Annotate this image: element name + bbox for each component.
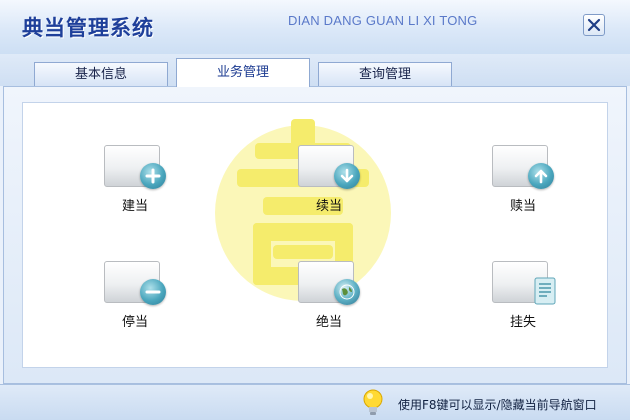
item-label: 续当: [315, 199, 342, 214]
folder-icon: [298, 141, 360, 189]
item-new-pawn[interactable]: 建当: [90, 141, 180, 214]
minus-icon: [145, 290, 161, 294]
item-label: 绝当: [315, 315, 342, 330]
arrow-up-icon: [534, 169, 548, 184]
close-button[interactable]: [583, 14, 605, 36]
arrow-down-icon: [340, 168, 354, 183]
item-suspend-pawn[interactable]: 停当: [90, 257, 180, 330]
window-title: 典当管理系统: [22, 16, 154, 40]
item-redeem-pawn[interactable]: 赎当: [478, 141, 568, 214]
lightbulb-icon: [363, 389, 383, 415]
window-title-pinyin: DIAN DANG GUAN LI XI TONG: [288, 13, 478, 28]
folder-icon: [298, 257, 360, 305]
document-icon: [534, 277, 556, 305]
item-report-loss[interactable]: 挂失: [478, 257, 568, 330]
status-text: 使用F8键可以显示/隐藏当前导航窗口: [398, 398, 597, 412]
globe-icon: [339, 284, 355, 300]
title-bar: 典当管理系统 DIAN DANG GUAN LI XI TONG: [0, 0, 630, 54]
tab-strip: 基本信息 业务管理 查询管理: [0, 54, 630, 87]
item-forfeit-pawn[interactable]: 绝当: [284, 257, 374, 330]
folder-icon: [492, 141, 554, 189]
folder-icon: [104, 141, 166, 189]
tab-basic-info[interactable]: 基本信息: [34, 62, 168, 86]
item-label: 赎当: [509, 199, 536, 214]
item-renew-pawn[interactable]: 续当: [284, 141, 374, 214]
item-label: 建当: [121, 199, 148, 214]
item-label: 停当: [121, 315, 148, 330]
close-icon: [587, 18, 601, 32]
business-panel: 建当 续当 赎当 停当 绝当 挂失: [22, 102, 608, 368]
folder-icon: [104, 257, 166, 305]
plus-icon: [145, 168, 161, 184]
folder-icon: [492, 257, 556, 305]
tab-business-management[interactable]: 业务管理: [176, 58, 310, 87]
tab-query-management[interactable]: 查询管理: [318, 62, 452, 86]
item-label: 挂失: [509, 315, 536, 330]
